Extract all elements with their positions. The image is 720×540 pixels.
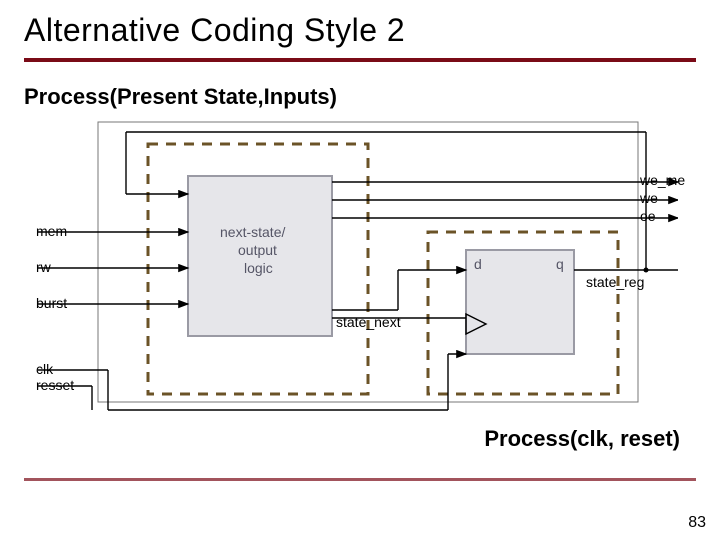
out-oe: oe [640,208,656,224]
net-state-next: state_next [336,314,401,330]
label-burst: burst [36,295,67,311]
reg-port-d: d [474,256,482,272]
slide: Alternative Coding Style 2 Process(Prese… [0,0,720,540]
net-state-reg: state_reg [586,274,644,290]
footer-rule [24,478,696,481]
page-number: 83 [688,514,706,532]
out-we: we [640,190,658,206]
process-label-sequential: Process(clk, reset) [484,426,680,452]
label-mem: mem [36,223,67,239]
combo-label-1: next-state/ [220,224,285,240]
combo-label-2: output [238,242,277,258]
title-underline [24,58,696,62]
label-resset: resset [36,377,74,393]
reg-port-q: q [556,256,564,272]
process-label-combinational: Process(Present State,Inputs) [24,84,337,110]
fsm-block-diagram: mem rw burst clk resset next-state/ outp… [38,114,678,414]
label-clk: clk [36,361,53,377]
diagram-svg [38,114,678,414]
slide-title: Alternative Coding Style 2 [24,12,405,49]
out-we-me: we_me [640,172,685,188]
label-rw: rw [36,259,51,275]
combo-label-3: logic [244,260,273,276]
